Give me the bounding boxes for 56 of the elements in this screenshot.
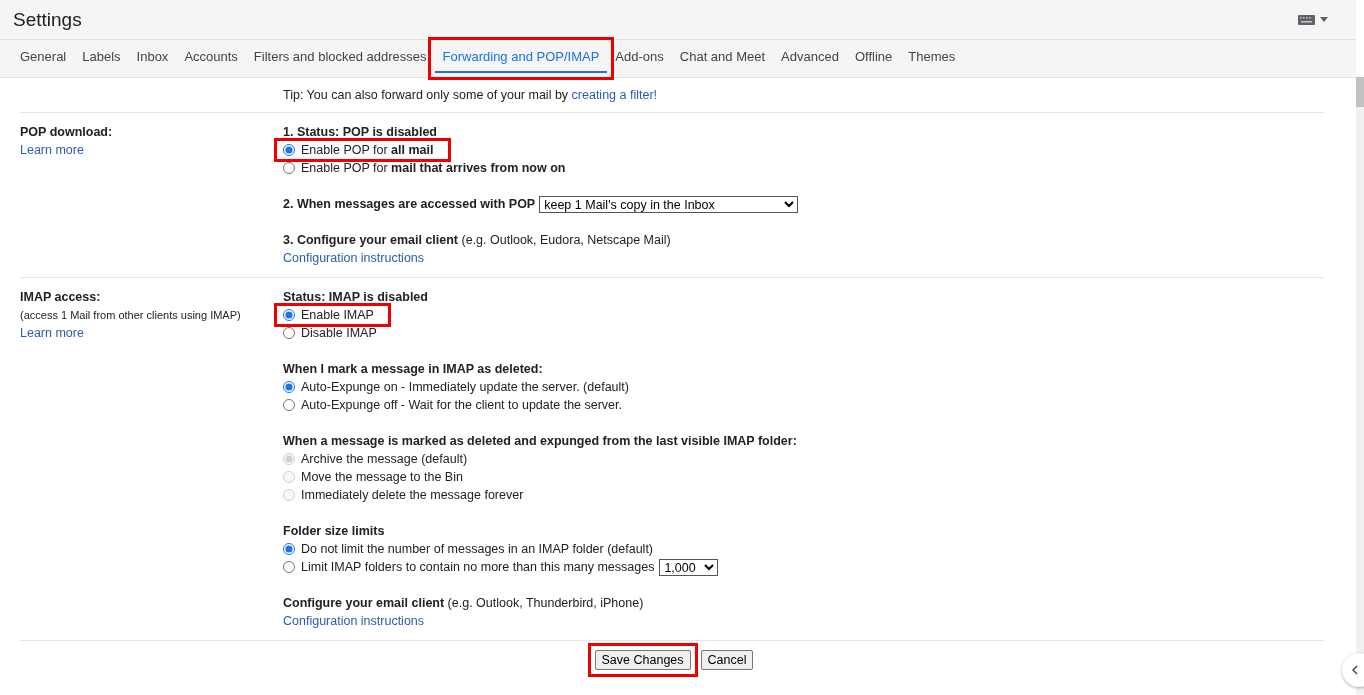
- radio-button[interactable]: [283, 162, 295, 174]
- option-label: Limit IMAP folders to contain no more than this many messages: [301, 559, 655, 576]
- section-sublabel: (access 1 Mail from other clients using IMAP): [20, 308, 241, 323]
- settings-tab[interactable]: Offline: [846, 40, 901, 73]
- radio-button[interactable]: [283, 561, 295, 573]
- count-dropdown[interactable]: 1,000: [659, 558, 719, 576]
- option-label: Enable POP for all mail: [301, 142, 434, 159]
- create-filter-link[interactable]: creating a filter!: [571, 88, 658, 102]
- radio-button[interactable]: [283, 399, 295, 411]
- settings-tab[interactable]: Inbox: [128, 40, 177, 73]
- settings-tab[interactable]: Filters and blocked addresses: [245, 40, 435, 73]
- option-label: Move the message to the Bin: [301, 469, 463, 486]
- settings-tab[interactable]: Themes: [900, 40, 964, 73]
- section-heading: Status: IMAP is disabled: [283, 289, 428, 306]
- radio-button[interactable]: [283, 543, 295, 555]
- section-heading: 2. When messages are accessed with POP: [283, 196, 536, 213]
- tip-text: Tip: You can also forward only some of your mail by creating a filter!: [283, 87, 658, 104]
- scrollbar-thumb[interactable]: [1356, 77, 1364, 107]
- settings-tab[interactable]: Advanced: [773, 40, 847, 73]
- radio-button[interactable]: [283, 144, 295, 156]
- radio-button[interactable]: [283, 327, 295, 339]
- settings-tab[interactable]: Accounts: [176, 40, 246, 73]
- option-label: Enable POP for mail that arrives from now on: [301, 160, 566, 177]
- settings-tab[interactable]: Chat and Meet: [671, 40, 774, 73]
- option-label: Enable IMAP: [301, 307, 374, 324]
- pop-action-dropdown[interactable]: keep 1 Mail's copy in the Inbox: [539, 195, 799, 213]
- option-label: Immediately delete the message forever: [301, 487, 524, 504]
- section-heading: When a message is marked as deleted and expunged from the last visible IMAP folder:: [283, 433, 797, 450]
- form-button[interactable]: Save Changes: [594, 650, 691, 670]
- section-heading: 1. Status: POP is disabled: [283, 124, 437, 141]
- option-label: Disable IMAP: [301, 325, 377, 342]
- settings-tab[interactable]: Labels: [74, 40, 129, 73]
- learn-more-link[interactable]: Learn more: [20, 324, 84, 342]
- section-label: POP download:: [20, 124, 113, 141]
- option-label: Archive the message (default): [301, 451, 468, 468]
- configure-text: Configure your email client (e.g. Outlook, Thunderbird, iPhone): [283, 595, 644, 612]
- option-label: Do not limit the number of messages in an IMAP folder (default): [301, 541, 654, 558]
- page-title: Settings: [13, 8, 82, 31]
- section-heading: Folder size limits: [283, 523, 385, 540]
- radio-button[interactable]: [283, 309, 295, 321]
- configuration-link[interactable]: Configuration instructions: [283, 249, 425, 267]
- caret-icon[interactable]: [1320, 17, 1328, 22]
- settings-tab[interactable]: Add-ons: [607, 40, 672, 73]
- configuration-link[interactable]: Configuration instructions: [283, 612, 425, 630]
- option-label: Auto-Expunge off - Wait for the client to update the server.: [301, 397, 622, 414]
- learn-more-link[interactable]: Learn more: [20, 141, 84, 159]
- option-label: Auto-Expunge on - Immediately update the server. (default): [301, 379, 629, 396]
- configure-text: 3. Configure your email client (e.g. Outlook, Eudora, Netscape Mail): [283, 232, 671, 249]
- form-button[interactable]: Cancel: [700, 650, 754, 670]
- section-label: IMAP access:: [20, 289, 101, 306]
- radio-button[interactable]: [283, 381, 295, 393]
- settings-tab[interactable]: Forwarding and POP/IMAP: [434, 40, 608, 73]
- settings-tab[interactable]: General: [12, 40, 75, 73]
- keyboard-icon[interactable]: [1298, 14, 1315, 25]
- section-heading: When I mark a message in IMAP as deleted:: [283, 361, 543, 378]
- chevron-left-icon: [1352, 665, 1358, 675]
